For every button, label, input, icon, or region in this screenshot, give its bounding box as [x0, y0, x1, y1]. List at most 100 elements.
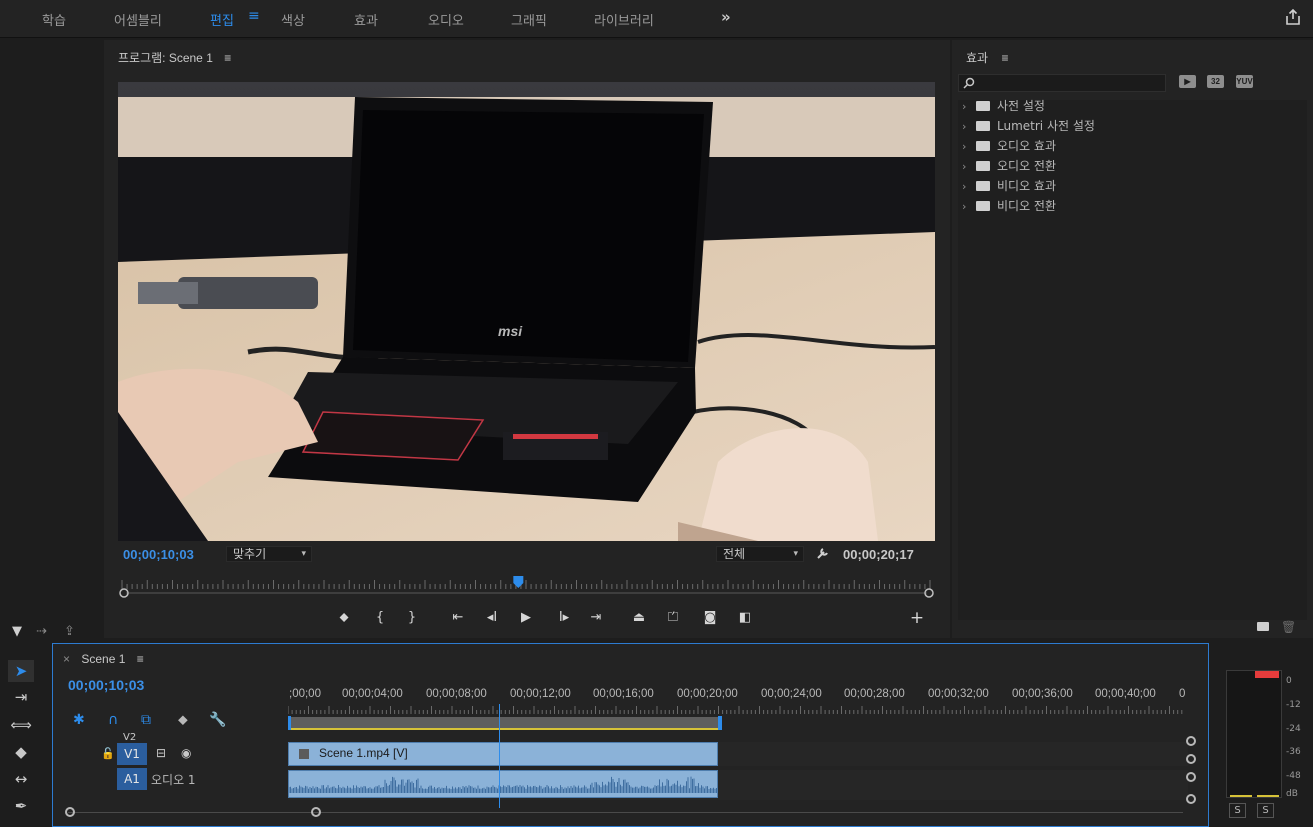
mark-out-icon[interactable]: } [401, 610, 423, 625]
share-icon[interactable] [1284, 8, 1302, 26]
overwrite-icon[interactable]: ⇪ [64, 624, 75, 639]
program-monitor-title[interactable]: 프로그램: Scene 1 ≡ [118, 49, 231, 66]
go-to-in-icon[interactable]: ⇤ [447, 610, 469, 625]
effects-item-lumetri-presets[interactable]: › Lumetri 사전 설정 [962, 117, 1095, 135]
workspace-tab-libraries[interactable]: 라이브러리 [594, 10, 654, 29]
monitor-zoom-scrollbar[interactable] [118, 587, 935, 599]
work-area-bar[interactable] [288, 717, 721, 729]
timeline-ruler[interactable] [288, 704, 1183, 732]
folder-icon [976, 181, 990, 191]
preset-folder-icon [976, 101, 990, 111]
workspace-tab-learn[interactable]: 학습 [42, 10, 66, 29]
effects-item-audio-effects[interactable]: › 오디오 효과 [962, 137, 1056, 155]
ruler-label: 00;00;40;00 [1095, 688, 1156, 700]
effects-panel-title[interactable]: 효과 ≡ [966, 49, 1008, 66]
eye-icon[interactable]: ◉ [181, 746, 191, 760]
play-icon[interactable]: ▶ [515, 610, 537, 625]
track-select-tool-icon[interactable]: ⇥ [8, 686, 34, 708]
solo-left-button[interactable]: S [1229, 803, 1246, 818]
program-current-timecode[interactable]: 00;00;10;03 [123, 547, 194, 562]
trash-icon[interactable]: 🗑 [1281, 620, 1296, 634]
add-marker-icon[interactable]: ⬥ [178, 712, 188, 728]
panel-menu-icon[interactable]: ≡ [1001, 51, 1008, 65]
track-height-handle[interactable] [1186, 794, 1196, 804]
mark-in-icon[interactable]: { [369, 610, 391, 625]
workspace-menu-icon[interactable]: ≡ [248, 8, 260, 24]
svg-text:msi: msi [498, 323, 523, 339]
accelerated-effects-icon[interactable]: ▶ [1179, 75, 1196, 88]
razor-tool-icon[interactable]: ◆ [8, 741, 34, 763]
track-a1-target[interactable]: A1 [117, 768, 147, 790]
32-bit-effects-icon[interactable]: 32 [1207, 75, 1224, 88]
fit-dropdown[interactable]: 맞추기 ▾ [226, 546, 312, 562]
quality-dropdown[interactable]: 전체 ▾ [716, 546, 804, 562]
wrench-icon[interactable] [816, 546, 830, 560]
ruler-label: 00;00;16;00 [593, 688, 654, 700]
panel-menu-icon[interactable]: ≡ [224, 51, 231, 65]
workspace-tab-effects[interactable]: 효과 [354, 10, 378, 29]
track-height-handle[interactable] [1186, 736, 1196, 746]
track-a1-name: 오디오 1 [151, 773, 196, 787]
timeline-settings-icon[interactable]: 🔧 [209, 712, 226, 728]
sync-lock-icon[interactable]: ⊟ [156, 746, 166, 760]
add-button-icon[interactable]: + [906, 608, 928, 628]
timeline-zoom-handle-left[interactable] [65, 807, 75, 817]
panel-menu-icon[interactable]: ≡ [137, 652, 144, 666]
effects-item-video-effects[interactable]: › 비디오 효과 [962, 177, 1056, 195]
chevron-right-icon: › [962, 120, 967, 133]
track-v2-label[interactable]: V2 [123, 732, 136, 743]
nest-toggle-icon[interactable]: ✱ [73, 712, 85, 728]
folder-icon [976, 161, 990, 171]
video-frame: msi [118, 82, 935, 541]
workspace-bar: 학습 어셈블리 편집 ≡ 색상 효과 오디오 그래픽 라이브러리 » [0, 0, 1313, 38]
lift-icon[interactable]: ⏏ [628, 610, 650, 625]
effects-item-video-transitions[interactable]: › 비디오 전환 [962, 197, 1056, 215]
more-workspaces-icon[interactable]: » [721, 8, 731, 26]
workspace-tab-audio[interactable]: 오디오 [428, 10, 464, 29]
timeline-zoom-handle-right[interactable] [311, 807, 321, 817]
workspace-tab-graphics[interactable]: 그래픽 [511, 10, 547, 29]
effects-search-input[interactable] [977, 75, 1163, 91]
track-v1-target[interactable]: V1 [117, 743, 147, 765]
effects-item-presets[interactable]: › 사전 설정 [962, 97, 1045, 115]
ruler-label: 00;00;12;00 [510, 688, 571, 700]
ripple-edit-tool-icon[interactable]: ⟺ [8, 714, 34, 736]
close-icon[interactable]: × [63, 652, 70, 666]
workspace-tab-assembly[interactable]: 어셈블리 [114, 10, 162, 29]
timeline-current-timecode[interactable]: 00;00;10;03 [68, 677, 144, 693]
step-back-icon[interactable]: ◂I [481, 610, 503, 625]
filter-icon[interactable]: ▼ [12, 624, 22, 639]
selection-tool-icon[interactable]: ➤ [8, 660, 34, 682]
effects-item-audio-transitions[interactable]: › 오디오 전환 [962, 157, 1056, 175]
slip-tool-icon[interactable]: ↔ [8, 768, 34, 790]
ruler-label: 00;00;04;00 [342, 688, 403, 700]
linked-selection-icon[interactable]: ⧉ [141, 712, 151, 728]
export-frame-icon[interactable]: ◙ [699, 610, 721, 625]
track-height-handle[interactable] [1186, 754, 1196, 764]
new-bin-icon[interactable] [1257, 622, 1269, 631]
effects-search-field[interactable] [958, 74, 1166, 92]
yuv-effects-icon[interactable]: YUV [1236, 75, 1253, 88]
marker-icon[interactable]: ⬥ [333, 610, 355, 625]
sequence-tab[interactable]: × Scene 1 ≡ [63, 652, 144, 666]
timeline-playhead[interactable] [499, 704, 501, 808]
step-forward-icon[interactable]: I▸ [553, 610, 575, 625]
audio-clip[interactable] [288, 770, 718, 798]
effects-item-label: 오디오 전환 [997, 159, 1057, 173]
ruler-label: ;00;00 [289, 688, 321, 700]
snap-icon[interactable]: ∩ [108, 712, 118, 728]
lock-icon[interactable]: 🔓 [101, 747, 115, 760]
pen-tool-icon[interactable]: ✒ [8, 795, 34, 817]
compare-icon[interactable]: ◧ [734, 610, 756, 625]
track-height-handle[interactable] [1186, 772, 1196, 782]
program-duration-timecode: 00;00;20;17 [843, 547, 914, 562]
insert-icon[interactable]: ⇢ [36, 624, 47, 639]
go-to-out-icon[interactable]: ⇥ [585, 610, 607, 625]
workspace-tab-color[interactable]: 색상 [281, 10, 305, 29]
video-clip[interactable]: Scene 1.mp4 [V] [288, 742, 718, 766]
extract-icon[interactable]: ⏍ [662, 610, 684, 625]
workspace-tab-edit[interactable]: 편집 [210, 10, 234, 29]
timeline-scrollbar[interactable] [68, 812, 1183, 813]
effects-item-label: 오디오 효과 [997, 139, 1057, 153]
solo-right-button[interactable]: S [1257, 803, 1274, 818]
